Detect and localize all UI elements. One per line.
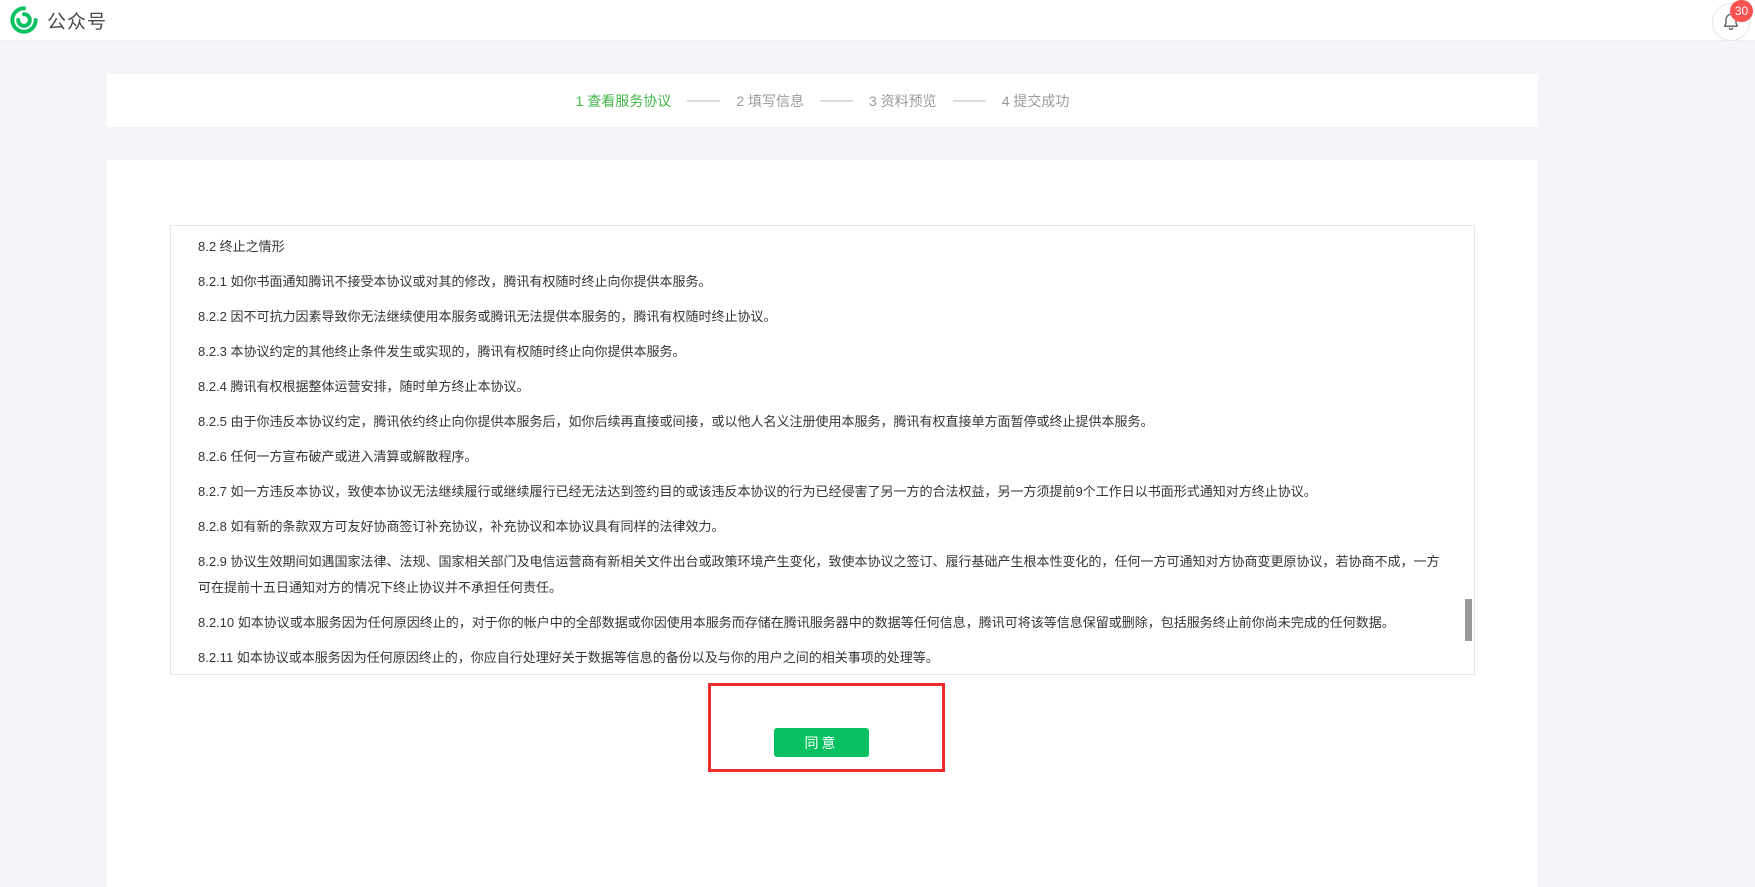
top-header: 公众号 30 — [0, 0, 1755, 41]
logo-label: 公众号 — [47, 7, 107, 34]
agreement-panel: 8.2 终止之情形 8.2.1 如你书面通知腾讯不接受本协议或对其的修改，腾讯有… — [107, 160, 1538, 887]
agreement-paragraph: 8.2.3 本协议约定的其他终止条件发生或实现的，腾讯有权随时终止向你提供本服务… — [198, 339, 1444, 365]
scrollbar-thumb[interactable] — [1465, 599, 1472, 641]
agreement-paragraph: 8.2.6 任何一方宣布破产或进入清算或解散程序。 — [198, 444, 1444, 470]
step-2-fill-info: 2 填写信息 — [736, 91, 804, 111]
service-agreement-scrollbox[interactable]: 8.2 终止之情形 8.2.1 如你书面通知腾讯不接受本协议或对其的修改，腾讯有… — [170, 225, 1475, 675]
agreement-paragraph: 8.2.2 因不可抗力因素导致你无法继续使用本服务或腾讯无法提供本服务的，腾讯有… — [198, 304, 1444, 330]
mp-swirl-icon — [10, 6, 38, 34]
agreement-paragraph: 8.2.4 腾讯有权根据整体运营安排，随时单方终止本协议。 — [198, 374, 1444, 400]
agreement-paragraph: 8.2 终止之情形 — [198, 234, 1444, 260]
agreement-paragraph: 8.2.11 如本协议或本服务因为任何原因终止的，你应自行处理好关于数据等信息的… — [198, 645, 1444, 671]
notification-badge: 30 — [1730, 0, 1753, 22]
agreement-paragraph: 8.2.8 如有新的条款双方可友好协商签订补充协议，补充协议和本协议具有同样的法… — [198, 514, 1444, 540]
step-separator — [687, 100, 720, 102]
agreement-paragraph: 8.2.5 由于你违反本协议约定，腾讯依约终止向你提供本服务后，如你后续再直接或… — [198, 409, 1444, 435]
step-3-preview: 3 资料预览 — [869, 91, 937, 111]
step-separator — [820, 100, 853, 102]
agreement-paragraph: 8.2.9 协议生效期间如遇国家法律、法规、国家相关部门及电信运营商有新相关文件… — [198, 549, 1444, 601]
mp-logo[interactable]: 公众号 — [10, 6, 107, 34]
agreement-paragraph: 8.2.10 如本协议或本服务因为任何原因终止的，对于你的帐户中的全部数据或你因… — [198, 610, 1444, 636]
agreement-paragraph: 8.2.1 如你书面通知腾讯不接受本协议或对其的修改，腾讯有权随时终止向你提供本… — [198, 269, 1444, 295]
step-1-view-agreement: 1 查看服务协议 — [576, 91, 672, 111]
agreement-paragraph: 8.2.7 如一方违反本协议，致使本协议无法继续履行或继续履行已经无法达到签约目… — [198, 479, 1444, 505]
step-separator — [953, 100, 986, 102]
agree-button[interactable]: 同意 — [774, 728, 869, 757]
step-4-submit-success: 4 提交成功 — [1002, 91, 1070, 111]
registration-stepper: 1 查看服务协议 2 填写信息 3 资料预览 4 提交成功 — [107, 74, 1538, 127]
